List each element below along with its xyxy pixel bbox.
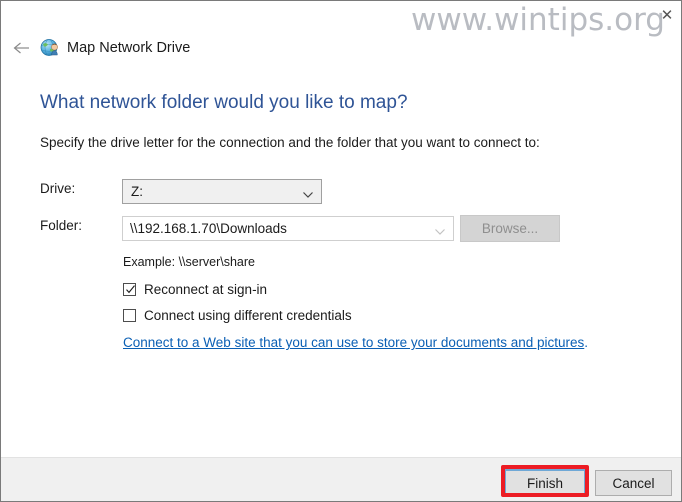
page-description: Specify the drive letter for the connect… <box>40 135 540 150</box>
link-period: . <box>584 335 589 350</box>
chevron-down-icon <box>302 187 314 198</box>
network-drive-globe-icon <box>40 38 61 59</box>
window-title: Map Network Drive <box>67 40 191 56</box>
checkbox-label: Reconnect at sign-in <box>144 281 268 297</box>
chevron-down-icon[interactable] <box>434 224 446 235</box>
drive-label: Drive: <box>40 181 76 196</box>
drive-letter-value: Z: <box>131 184 143 199</box>
back-arrow-icon <box>12 40 32 56</box>
example-path-hint: Example: \\server\share <box>123 255 255 269</box>
dialog-footer: Finish Cancel <box>1 457 681 501</box>
dialog-content: What network folder would you like to ma… <box>1 69 681 457</box>
finish-button[interactable]: Finish <box>504 469 586 497</box>
folder-path-input[interactable]: \\192.168.1.70\Downloads <box>122 216 454 241</box>
checkbox-checked-icon <box>123 282 136 296</box>
back-button[interactable] <box>7 35 37 61</box>
close-icon[interactable]: ✕ <box>655 4 679 26</box>
link-text: Connect to a Web site that you can use t… <box>123 335 585 350</box>
browse-button[interactable]: Browse... <box>460 215 560 242</box>
checkbox-reconnect-at-sign-in[interactable]: Reconnect at sign-in <box>123 280 267 298</box>
title-bar: Map Network Drive ✕ <box>1 1 681 69</box>
map-network-drive-dialog: Map Network Drive ✕ www.wintips.org What… <box>0 0 682 502</box>
drive-letter-select[interactable]: Z: <box>122 179 322 204</box>
checkbox-connect-using-different-credentials[interactable]: Connect using different credentials <box>123 306 352 324</box>
folder-path-value: \\192.168.1.70\Downloads <box>130 221 287 236</box>
connect-to-web-site-link[interactable]: Connect to a Web site that you can use t… <box>123 335 588 350</box>
page-title: What network folder would you like to ma… <box>40 92 408 113</box>
checkbox-unchecked-icon <box>123 308 136 322</box>
checkbox-label: Connect using different credentials <box>144 307 352 323</box>
cancel-button[interactable]: Cancel <box>595 470 672 496</box>
folder-label: Folder: <box>40 218 83 233</box>
